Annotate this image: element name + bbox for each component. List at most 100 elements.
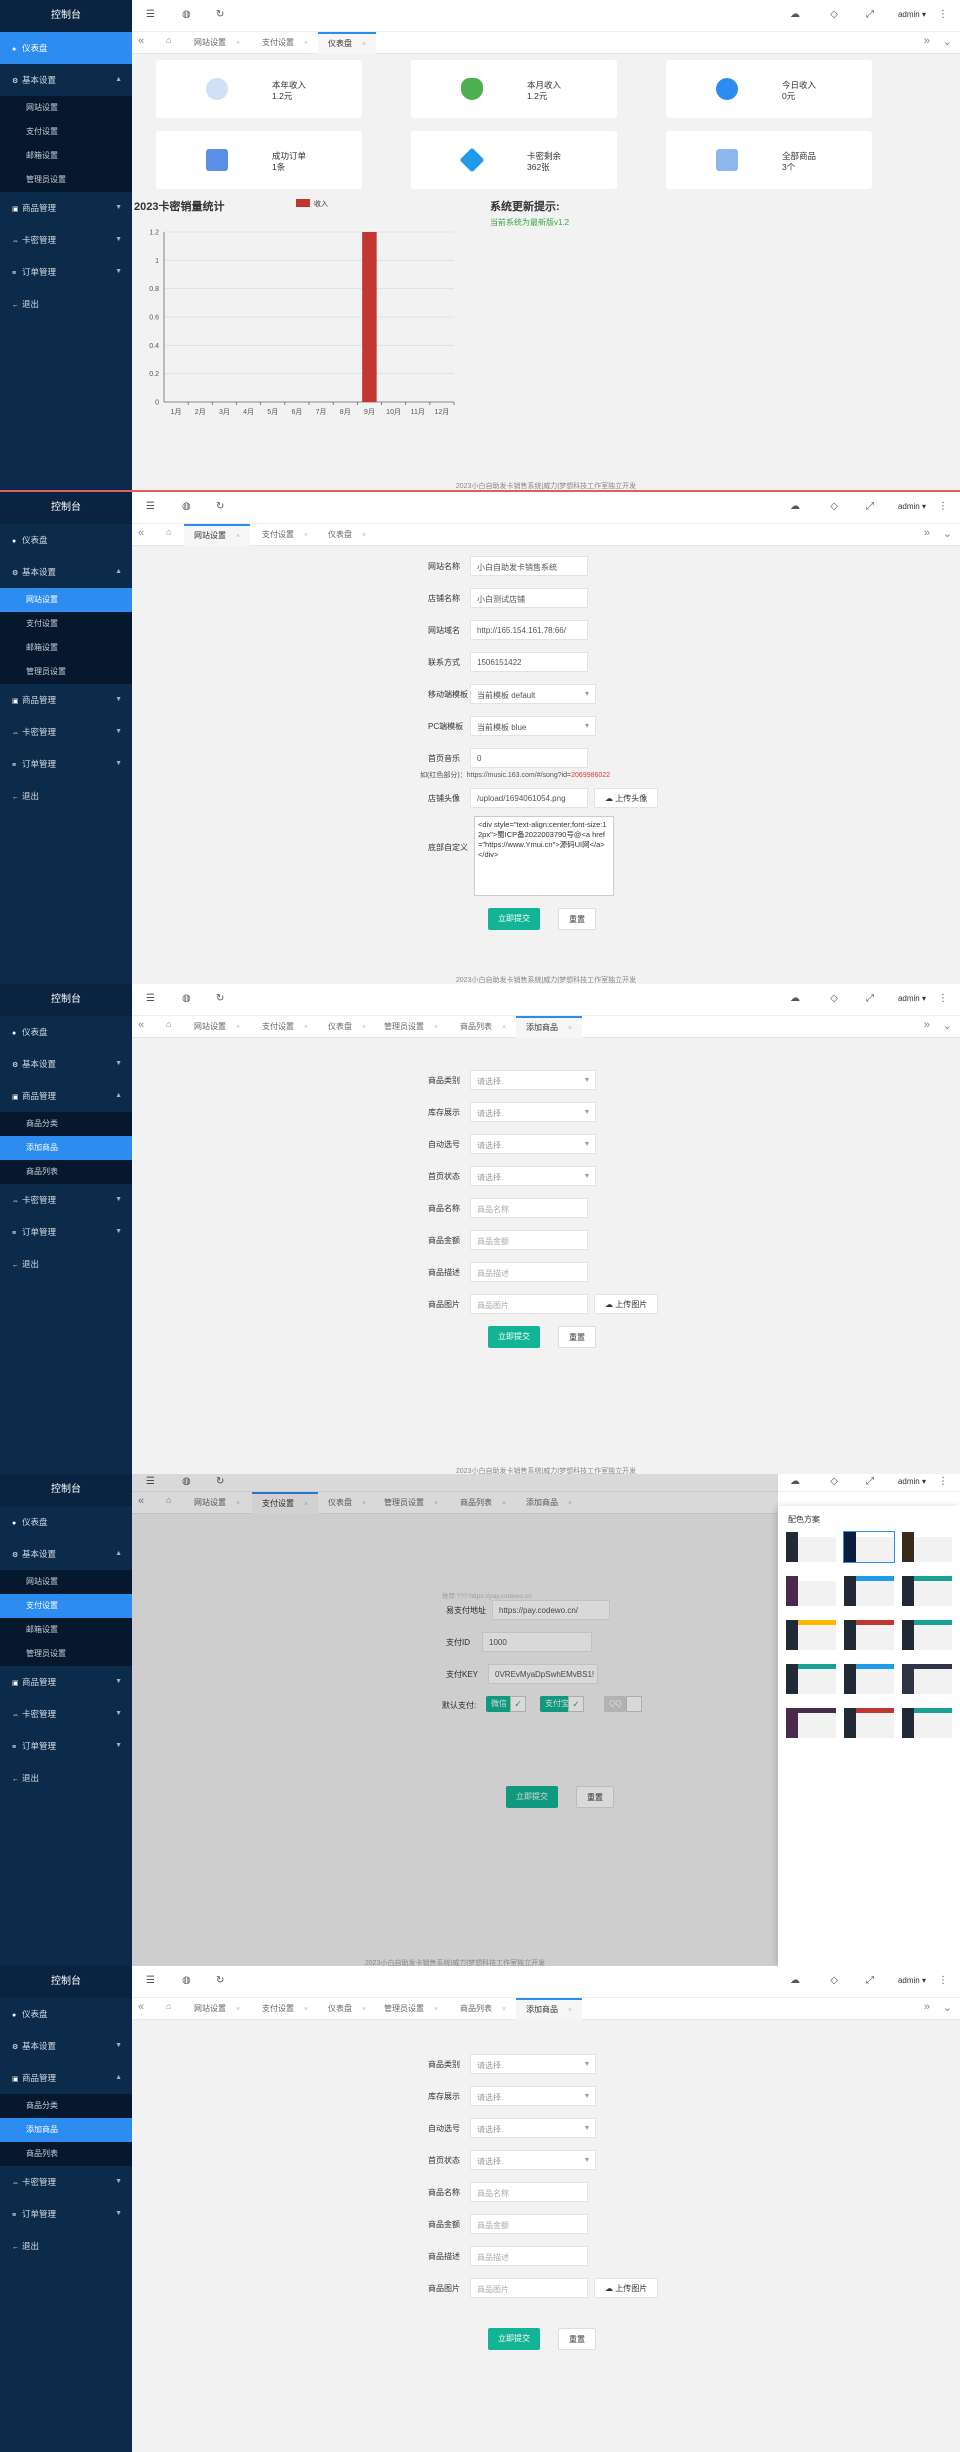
menu-toggle-icon[interactable]: ☰ xyxy=(146,9,155,20)
admin-menu[interactable]: admin ▾ xyxy=(898,1976,926,1985)
upload-image-button[interactable]: ☁ 上传图片 xyxy=(594,2278,659,2298)
menu-logout[interactable]: ← 退出 xyxy=(0,2230,132,2262)
avatar-input[interactable]: /upload/1694061054.png xyxy=(470,788,588,808)
theme-swatch[interactable] xyxy=(902,1576,952,1606)
fullscreen-icon[interactable]: ⤢ xyxy=(866,993,874,1004)
menu-add-goods[interactable]: 添加商品 xyxy=(0,1136,132,1160)
menu-goods[interactable]: ▣ 商品管理 ▼ xyxy=(0,1666,132,1698)
more-icon[interactable]: ⋮ xyxy=(938,9,948,20)
menu-pay[interactable]: 支付设置 xyxy=(0,612,132,636)
stock-select[interactable]: 请选择 xyxy=(470,1102,596,1122)
menu-dashboard[interactable]: ● 仪表盘 xyxy=(0,1506,132,1538)
menu-basic[interactable]: ⚙ 基本设置 ▲ xyxy=(0,1538,132,1570)
tab-menu-icon[interactable]: ⌄ xyxy=(943,2001,952,2014)
globe-icon[interactable]: ◍ xyxy=(182,993,191,1004)
tab-next-icon[interactable]: » xyxy=(924,1019,930,1031)
menu-site[interactable]: 网站设置 xyxy=(0,96,132,120)
home-tab-icon[interactable]: ⌂ xyxy=(166,35,171,45)
refresh-icon[interactable]: ↻ xyxy=(216,501,224,512)
menu-dashboard[interactable]: ● 仪表盘 xyxy=(0,1998,132,2030)
site-name-input[interactable]: 小白自助发卡销售系统 xyxy=(470,556,588,576)
menu-category[interactable]: 商品分类 xyxy=(0,2094,132,2118)
home-tab-icon[interactable]: ⌂ xyxy=(166,2001,171,2011)
theme-swatch[interactable] xyxy=(844,1576,894,1606)
tab-site[interactable]: 网站设置 × xyxy=(184,32,250,54)
menu-dashboard[interactable]: ● 仪表盘 xyxy=(0,32,132,64)
tab-next-icon[interactable]: » xyxy=(924,2001,930,2013)
tab-site[interactable]: 网站设置 × xyxy=(184,1016,250,1038)
menu-logout[interactable]: ← 退出 xyxy=(0,780,132,812)
tab-menu-icon[interactable]: ⌄ xyxy=(943,527,952,540)
submit-button[interactable]: 立即提交 xyxy=(488,1326,540,1348)
menu-basic[interactable]: ⚙ 基本设置 ▼ xyxy=(0,2030,132,2062)
menu-basic[interactable]: ⚙ 基本设置 ▲ xyxy=(0,64,132,96)
tag-icon[interactable]: ◇ xyxy=(830,9,838,20)
contact-input[interactable]: 1506151422 xyxy=(470,652,588,672)
menu-logout[interactable]: ← 退出 xyxy=(0,288,132,320)
menu-cards[interactable]: ⇔ 卡密管理 ▼ xyxy=(0,224,132,256)
shop-name-input[interactable]: 小白测试店铺 xyxy=(470,588,588,608)
reset-button[interactable]: 重置 xyxy=(558,2328,596,2350)
tab-dashboard[interactable]: 仪表盘 × xyxy=(318,1998,376,2020)
music-input[interactable]: 0 xyxy=(470,748,588,768)
theme-icon[interactable]: ☁ xyxy=(790,1975,800,1986)
mobile-template-select[interactable]: 当前模板 default xyxy=(470,684,596,704)
theme-swatch[interactable] xyxy=(786,1620,836,1650)
refresh-icon[interactable]: ↻ xyxy=(216,993,224,1004)
globe-icon[interactable]: ◍ xyxy=(182,9,191,20)
refresh-icon[interactable]: ↻ xyxy=(216,9,224,20)
menu-logout[interactable]: ← 退出 xyxy=(0,1762,132,1794)
goods-price-input[interactable]: 商品金额 xyxy=(470,1230,588,1250)
tab-prev-icon[interactable]: « xyxy=(138,35,144,47)
fullscreen-icon[interactable]: ⤢ xyxy=(866,501,874,512)
globe-icon[interactable]: ◍ xyxy=(182,501,191,512)
theme-swatch[interactable] xyxy=(844,1664,894,1694)
menu-category[interactable]: 商品分类 xyxy=(0,1112,132,1136)
menu-cards[interactable]: ⇔ 卡密管理 ▼ xyxy=(0,716,132,748)
goods-image-input[interactable]: 商品图片 xyxy=(470,1294,588,1314)
tag-icon[interactable]: ◇ xyxy=(830,1975,838,1986)
menu-site[interactable]: 网站设置 xyxy=(0,588,132,612)
menu-orders[interactable]: ≡ 订单管理 ▼ xyxy=(0,256,132,288)
category-select[interactable]: 请选择 xyxy=(470,2054,596,2074)
refresh-icon[interactable]: ↻ xyxy=(216,1975,224,1986)
menu-goods-list[interactable]: 商品列表 xyxy=(0,2142,132,2166)
footer-textarea[interactable]: <div style="text-align:center;font-size:… xyxy=(474,816,614,896)
tab-next-icon[interactable]: » xyxy=(924,527,930,539)
pc-template-select[interactable]: 当前模板 blue xyxy=(470,716,596,736)
menu-mail[interactable]: 邮箱设置 xyxy=(0,636,132,660)
theme-swatch[interactable] xyxy=(786,1532,836,1562)
more-icon[interactable]: ⋮ xyxy=(938,1476,948,1487)
theme-icon[interactable]: ☁ xyxy=(790,993,800,1004)
tab-prev-icon[interactable]: « xyxy=(138,527,144,539)
goods-desc-input[interactable]: 商品描述 xyxy=(470,1262,588,1282)
tab-menu-icon[interactable]: ⌄ xyxy=(943,35,952,48)
domain-input[interactable]: http://165.154.161.78:66/ xyxy=(470,620,588,640)
home-tab-icon[interactable]: ⌂ xyxy=(166,527,171,537)
menu-basic[interactable]: ⚙ 基本设置 ▲ xyxy=(0,556,132,588)
tab-pay[interactable]: 支付设置 × xyxy=(252,524,318,546)
theme-swatch[interactable] xyxy=(786,1576,836,1606)
upload-image-button[interactable]: ☁ 上传图片 xyxy=(594,1294,659,1314)
tag-icon[interactable]: ◇ xyxy=(830,501,838,512)
tab-dashboard[interactable]: 仪表盘 × xyxy=(318,32,377,54)
admin-menu[interactable]: admin ▾ xyxy=(898,10,926,19)
modal-overlay[interactable] xyxy=(132,1474,778,1966)
menu-add-goods[interactable]: 添加商品 xyxy=(0,2118,132,2142)
fullscreen-icon[interactable]: ⤢ xyxy=(866,1476,874,1487)
menu-goods[interactable]: ▣ 商品管理 ▲ xyxy=(0,2062,132,2094)
category-select[interactable]: 请选择 xyxy=(470,1070,596,1090)
globe-icon[interactable]: ◍ xyxy=(182,1975,191,1986)
tab-dashboard[interactable]: 仪表盘 × xyxy=(318,524,376,546)
more-icon[interactable]: ⋮ xyxy=(938,993,948,1004)
tab-site[interactable]: 网站设置 × xyxy=(184,1998,250,2020)
theme-swatch[interactable] xyxy=(786,1664,836,1694)
menu-orders[interactable]: ≡ 订单管理 ▼ xyxy=(0,2198,132,2230)
tab-pay[interactable]: 支付设置 × xyxy=(252,1016,318,1038)
tab-dashboard[interactable]: 仪表盘 × xyxy=(318,1016,376,1038)
goods-price-input[interactable]: 商品金额 xyxy=(470,2214,588,2234)
theme-swatch[interactable] xyxy=(786,1708,836,1738)
menu-cards[interactable]: ⇔ 卡密管理 ▼ xyxy=(0,1698,132,1730)
auto-select[interactable]: 请选择 xyxy=(470,2118,596,2138)
menu-goods-list[interactable]: 商品列表 xyxy=(0,1160,132,1184)
